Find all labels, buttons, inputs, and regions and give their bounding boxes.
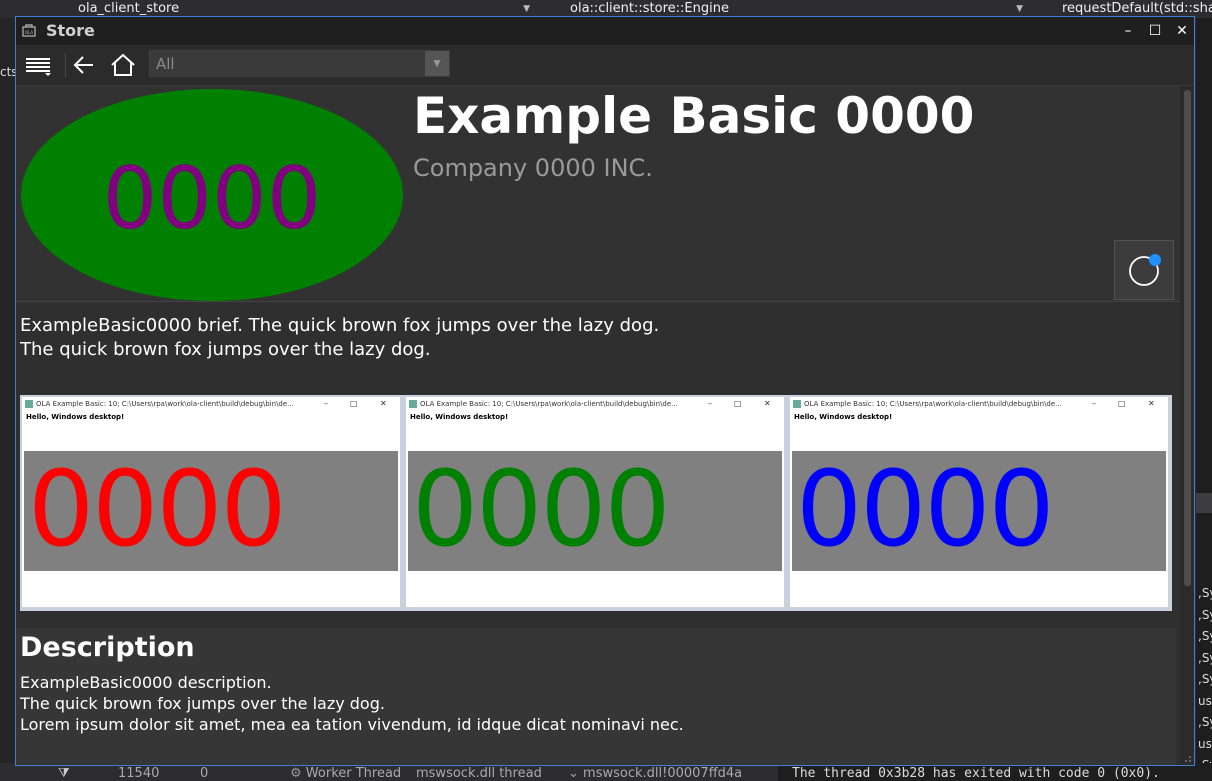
screenshot-title: OLA Example Basic: 10; C:\Users\rpa\work… (804, 400, 1062, 408)
minimize-button[interactable]: – (1116, 19, 1140, 43)
close-button[interactable]: ✕ (1170, 19, 1194, 43)
ide-thread-module: mswsock.dll thread (416, 766, 542, 781)
category-filter-select[interactable]: All ▼ (149, 50, 450, 77)
ide-thread-frame: mswsock.dll!00007ffd4a (583, 766, 743, 781)
ide-scope-label: ola::client::store::Engine (570, 1, 729, 16)
close-icon: ✕ (764, 399, 771, 408)
screenshot-titlebar: OLA Example Basic: 10; C:\Users\rpa\work… (22, 397, 400, 411)
back-arrow-icon (73, 56, 93, 74)
ide-right-line: ,Sy (1198, 607, 1212, 622)
window-icon (793, 400, 801, 408)
install-status-icon (1129, 256, 1159, 286)
ide-right-line: ,Sy (1198, 672, 1212, 686)
svg-text:0000: 0000 (103, 149, 322, 249)
minimize-icon: – (708, 399, 712, 408)
close-icon: ✕ (1148, 399, 1155, 408)
ide-right-strip (1196, 493, 1212, 513)
title-bar[interactable]: OLA Store – ☐ ✕ (16, 17, 1194, 45)
ide-right-line: us\ (1198, 736, 1212, 751)
vertical-scrollbar[interactable] (1180, 86, 1194, 765)
home-icon (111, 53, 135, 76)
ide-right-line: us\ (1198, 693, 1212, 708)
screenshot-thumbnail[interactable]: OLA Example Basic: 10; C:\Users\rpa\work… (406, 397, 784, 607)
ide-thread-id: 11540 (118, 766, 160, 781)
close-icon: ✕ (380, 399, 387, 408)
screenshot-hello-text: Hello, Windows desktop! (26, 413, 125, 421)
screenshot-band: 0000 (408, 451, 782, 571)
window-icon (25, 400, 33, 408)
install-button[interactable] (1114, 240, 1174, 300)
status-dot (1149, 254, 1161, 266)
window-title: Store (46, 21, 95, 40)
scrollbar-thumb[interactable] (1184, 90, 1191, 586)
minimize-icon: – (1092, 399, 1096, 408)
ide-member-label: requestDefault(std::sha (1062, 1, 1212, 16)
ide-output-line: The thread 0x3b28 has exited with code 0… (792, 766, 1160, 781)
screenshot-gallery: OLA Example Basic: 10; C:\Users\rpa\work… (20, 395, 1172, 611)
description-section: Description ExampleBasic0000 description… (16, 628, 1176, 765)
gear-icon: ⚙ (290, 766, 302, 781)
screenshot-titlebar: OLA Example Basic: 10; C:\Users\rpa\work… (406, 397, 784, 411)
ide-right-line: ,Sy (1198, 650, 1212, 665)
screenshot-digits: 0000 (796, 451, 1055, 570)
menu-button[interactable] (22, 49, 54, 81)
store-window: OLA Store – ☐ ✕ All ▼ 0000 Example Basic… (15, 16, 1195, 766)
maximize-icon: □ (1118, 399, 1126, 408)
app-company: Company 0000 INC. (413, 154, 653, 182)
ide-right-panel: ,Sy ,Sy ,Sy ,Sy ,Sy us\ ,Sy us\ ,Sy (1196, 18, 1212, 763)
screenshot-band: 0000 (792, 451, 1166, 571)
screenshot-title: OLA Example Basic: 10; C:\Users\rpa\work… (36, 400, 294, 408)
ide-left-panel: cts (0, 18, 18, 781)
screenshot-digits: 0000 (28, 451, 287, 570)
toolbar: All ▼ (16, 45, 1194, 86)
toolbar-separator (65, 53, 66, 77)
store-app-icon: OLA (22, 24, 36, 37)
filter-icon[interactable]: ⧩ (58, 766, 70, 781)
screenshot-band: 0000 (24, 451, 398, 571)
screenshot-title: OLA Example Basic: 10; C:\Users\rpa\work… (420, 400, 678, 408)
window-icon (409, 400, 417, 408)
maximize-icon: □ (734, 399, 742, 408)
chevron-down-icon[interactable]: ▼ (425, 51, 449, 76)
home-button[interactable] (107, 49, 139, 81)
screenshot-hello-text: Hello, Windows desktop! (410, 413, 509, 421)
ide-right-line: ,Sy (1198, 629, 1212, 643)
ide-right-line: ,Sy (1198, 755, 1212, 763)
app-brief: ExampleBasic0000 brief. The quick brown … (20, 314, 659, 362)
app-title: Example Basic 0000 (413, 87, 975, 145)
ide-right-line: ,Sy (1198, 715, 1212, 729)
minimize-icon: – (324, 399, 328, 408)
screenshot-titlebar: OLA Example Basic: 10; C:\Users\rpa\work… (790, 397, 1168, 411)
category-filter-value: All (156, 55, 175, 73)
screenshot-thumbnail[interactable]: OLA Example Basic: 10; C:\Users\rpa\work… (22, 397, 400, 607)
ide-thread-name: Worker Thread (305, 766, 402, 781)
description-body: ExampleBasic0000 description. The quick … (20, 673, 684, 734)
screenshot-digits: 0000 (412, 451, 671, 570)
resize-grip-icon[interactable] (1182, 753, 1192, 763)
screenshot-thumbnail[interactable]: OLA Example Basic: 10; C:\Users\rpa\work… (790, 397, 1168, 607)
ide-thread-name-cell: ⚙ Worker Thread (290, 766, 401, 781)
brief-line: ExampleBasic0000 brief. The quick brown … (20, 315, 660, 336)
description-heading: Description (20, 632, 195, 663)
ide-thread-frame-cell: ⌄ mswsock.dll!00007ffd4a (568, 766, 742, 781)
chevron-down-icon: ⌄ (568, 766, 579, 781)
maximize-button[interactable]: ☐ (1143, 19, 1167, 43)
app-logo: 0000 (21, 89, 403, 301)
brief-line: The quick brown fox jumps over the lazy … (20, 339, 431, 360)
ide-right-lines: ,Sy ,Sy ,Sy ,Sy ,Sy us\ ,Sy us\ ,Sy (1198, 583, 1212, 763)
app-details-content: 0000 Example Basic 0000 Company 0000 INC… (16, 86, 1180, 765)
svg-text:OLA: OLA (25, 30, 33, 35)
back-button[interactable] (68, 49, 100, 81)
ide-project-label: ola_client_store (78, 1, 180, 16)
ide-right-line: ,Sy (1198, 586, 1212, 600)
hamburger-menu-icon (26, 58, 51, 76)
app-header: 0000 Example Basic 0000 Company 0000 INC… (16, 86, 1180, 302)
ide-thread-zero: 0 (200, 766, 209, 781)
maximize-icon: □ (350, 399, 358, 408)
screenshot-hello-text: Hello, Windows desktop! (794, 413, 893, 421)
